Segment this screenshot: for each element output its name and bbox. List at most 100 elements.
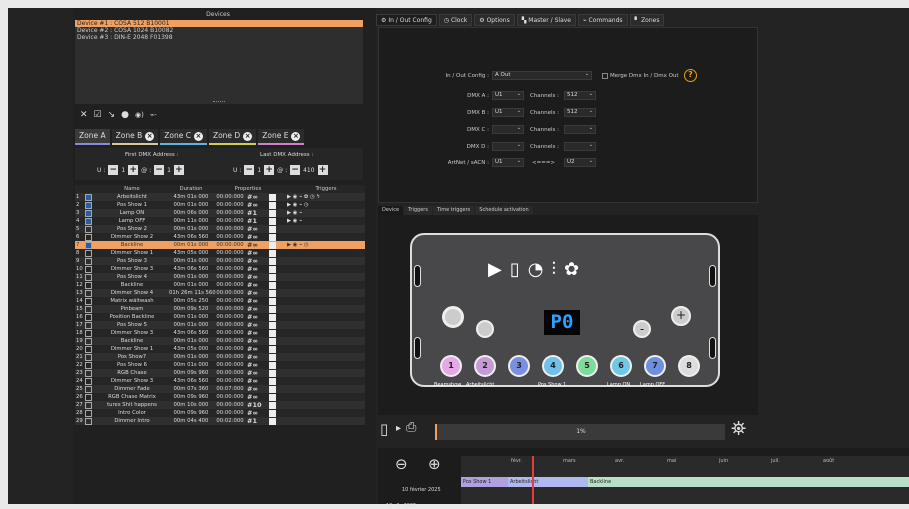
check-box-icon[interactable]: ☑ <box>94 110 102 120</box>
enter-arrow-icon[interactable]: ↘ <box>108 110 116 120</box>
timeline-clip[interactable]: Backline <box>588 477 909 487</box>
row-checkbox[interactable] <box>85 281 92 289</box>
audio-icon[interactable]: ◉) <box>135 111 144 119</box>
cue-button-1[interactable]: 1 <box>440 355 462 377</box>
row-color-swatch[interactable] <box>269 417 276 425</box>
row-checkbox[interactable] <box>85 401 92 409</box>
row-checkbox[interactable] <box>85 305 92 313</box>
table-row[interactable]: 2 Pos Show 1 00m 01s 000 00:00:000 #∞ ▶ … <box>75 201 365 209</box>
row-color-swatch[interactable] <box>269 249 276 257</box>
table-row[interactable]: 22 Pos Show 6 00m 01s 000 00:00:000 #∞ <box>75 361 365 369</box>
artnet-universe-2-select[interactable]: U2 <box>564 158 596 167</box>
dmx-universe-select[interactable]: U1 <box>492 91 524 100</box>
cue-button-2[interactable]: 2 <box>474 355 496 377</box>
row-color-swatch[interactable] <box>269 409 276 417</box>
tab-options[interactable]: ⚙ Options <box>474 14 515 26</box>
device-item[interactable]: Device #2 : COSA 1024 B10082 <box>75 27 363 34</box>
table-row[interactable]: 13 Dimmer Show 4 01h 26m 11s 560 00:00:0… <box>75 289 365 297</box>
table-row[interactable]: 7 Backline 00m 01s 000 00:00:000 #∞ ▶ ◉ … <box>75 241 365 249</box>
playhead[interactable] <box>532 456 534 504</box>
zoom-in-icon[interactable]: ⊕ <box>428 455 441 473</box>
table-row[interactable]: 1 Arbeitslicht 43m 01s 000 00:00:000 #∞ … <box>75 193 365 201</box>
settings-button[interactable] <box>442 306 464 328</box>
row-checkbox[interactable] <box>85 209 92 217</box>
increment-button[interactable]: + <box>264 165 275 175</box>
record-icon[interactable]: ● <box>121 110 129 120</box>
subtab-triggers[interactable]: Triggers <box>404 206 432 215</box>
channels-select[interactable]: 512 <box>564 91 596 100</box>
row-color-swatch[interactable] <box>269 225 276 233</box>
row-color-swatch[interactable] <box>269 281 276 289</box>
row-color-swatch[interactable] <box>269 193 276 201</box>
row-checkbox[interactable] <box>85 265 92 273</box>
confirm-button[interactable] <box>476 320 494 338</box>
row-color-swatch[interactable] <box>269 329 276 337</box>
cue-button-4[interactable]: 4 <box>542 355 564 377</box>
tab-zone-b[interactable]: Zone B × <box>111 129 159 145</box>
row-color-swatch[interactable] <box>269 241 276 249</box>
increment-button[interactable]: + <box>173 165 184 175</box>
table-row[interactable]: 20 Dimmer Show 1 43m 05s 000 00:00:000 #… <box>75 345 365 353</box>
subtab-schedule-activation[interactable]: Schedule activation <box>475 206 533 215</box>
table-row[interactable]: 11 Pos Show 4 00m 01s 000 00:00:000 #∞ <box>75 273 365 281</box>
help-icon[interactable]: ? <box>684 69 697 82</box>
row-checkbox[interactable] <box>85 369 92 377</box>
merge-checkbox[interactable] <box>602 73 608 79</box>
channels-select[interactable] <box>564 125 596 134</box>
col-properties[interactable]: Properties <box>213 185 283 193</box>
cue-button-8[interactable]: 8 <box>678 355 700 377</box>
row-color-swatch[interactable] <box>269 401 276 409</box>
table-row[interactable]: 24 Dimmer Show 3 43m 06s 560 00:00:000 #… <box>75 377 365 385</box>
row-checkbox[interactable] <box>85 377 92 385</box>
row-color-swatch[interactable] <box>269 393 276 401</box>
row-checkbox[interactable] <box>85 321 92 329</box>
row-checkbox[interactable] <box>85 337 92 345</box>
row-checkbox[interactable] <box>85 417 92 425</box>
row-color-swatch[interactable] <box>269 305 276 313</box>
tab-zones[interactable]: ▘ Zones <box>629 14 665 26</box>
minus-button[interactable]: - <box>633 320 651 338</box>
row-checkbox[interactable] <box>85 233 92 241</box>
row-checkbox[interactable] <box>85 353 92 361</box>
new-file-icon[interactable]: ▯ <box>380 420 388 438</box>
subtab-time-triggers[interactable]: Time triggers <box>432 206 475 215</box>
row-color-swatch[interactable] <box>269 377 276 385</box>
row-checkbox[interactable] <box>85 201 92 209</box>
row-color-swatch[interactable] <box>269 289 276 297</box>
last-channel-value[interactable]: 410 <box>303 167 314 174</box>
row-checkbox[interactable] <box>85 217 92 225</box>
tab-zone-d[interactable]: Zone D × <box>208 129 257 145</box>
tab-zone-e[interactable]: Zone E × <box>258 129 305 145</box>
row-color-swatch[interactable] <box>269 361 276 369</box>
row-checkbox[interactable] <box>85 313 92 321</box>
subtab-device[interactable]: Device <box>378 206 404 215</box>
artnet-universe-select[interactable]: U1 <box>492 158 524 167</box>
tab-clock[interactable]: ◷ Clock <box>438 14 473 26</box>
table-row[interactable]: 9 Pos Show 3 00m 01s 000 00:00:000 #∞ <box>75 257 365 265</box>
table-row[interactable]: 28 Intro Color 00m 09s 960 00:00:000 #∞ <box>75 409 365 417</box>
device-item[interactable]: Device #3 : DIN-E 2048 F01398 <box>75 34 363 41</box>
first-universe-value[interactable]: 1 <box>121 167 125 174</box>
row-color-swatch[interactable] <box>269 273 276 281</box>
row-color-swatch[interactable] <box>269 265 276 273</box>
row-checkbox[interactable] <box>85 249 92 257</box>
close-icon[interactable]: × <box>291 131 301 141</box>
row-checkbox[interactable] <box>85 385 92 393</box>
row-color-swatch[interactable] <box>269 369 276 377</box>
device-list[interactable]: Device #1 : COSA 512 B10001 Device #2 : … <box>75 20 363 104</box>
table-row[interactable]: 14 Matrix wäitwash 00m 05s 250 00:00:000… <box>75 297 365 305</box>
cue-button-7[interactable]: 7 <box>644 355 666 377</box>
row-color-swatch[interactable] <box>269 233 276 241</box>
row-checkbox[interactable] <box>85 297 92 305</box>
row-color-swatch[interactable] <box>269 345 276 353</box>
table-row[interactable]: 19 Backline 00m 01s 000 00:00:000 #∞ <box>75 337 365 345</box>
decrement-button[interactable]: − <box>290 165 301 175</box>
row-checkbox[interactable] <box>85 289 92 297</box>
row-checkbox[interactable] <box>85 273 92 281</box>
table-row[interactable]: 26 RGB Chase Matrix 00m 09s 960 00:00:00… <box>75 393 365 401</box>
table-row[interactable]: 25 Dimmer Fade 00m 07s 360 00:07:000 #∞ <box>75 385 365 393</box>
resize-handle[interactable] <box>213 101 225 103</box>
tab-commands[interactable]: ⌁ Commands <box>578 14 628 26</box>
last-universe-value[interactable]: 1 <box>257 167 261 174</box>
row-color-swatch[interactable] <box>269 257 276 265</box>
